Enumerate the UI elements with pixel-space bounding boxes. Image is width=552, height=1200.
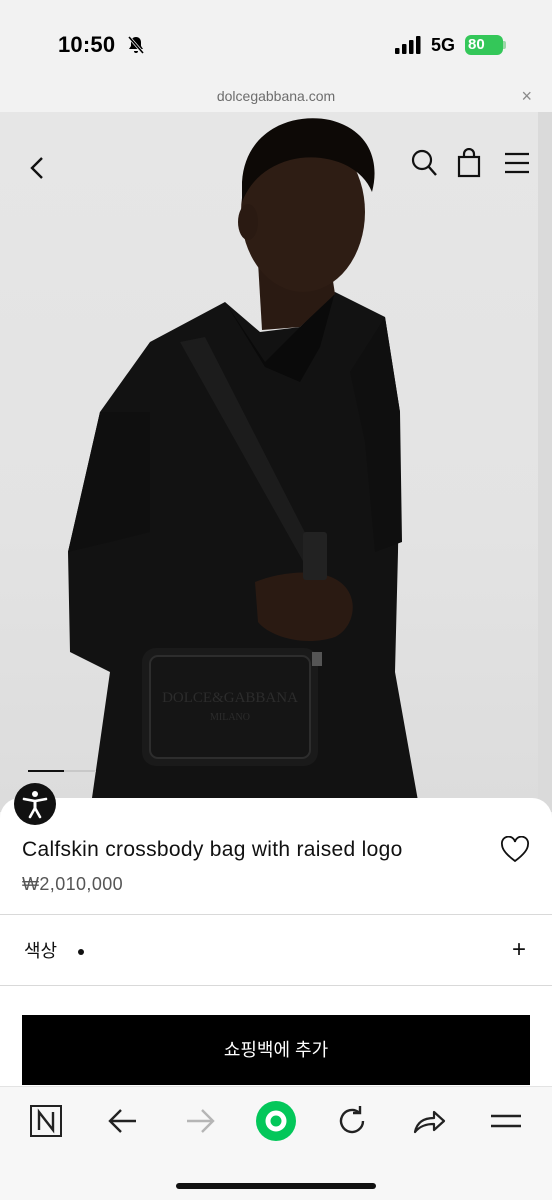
cellular-signal-icon	[395, 36, 421, 54]
accessibility-button[interactable]	[14, 783, 56, 825]
share-icon[interactable]	[409, 1101, 449, 1141]
color-label: 색상	[24, 941, 58, 961]
shopping-bag-icon[interactable]	[456, 148, 482, 178]
network-label: 5G	[431, 35, 456, 55]
battery-cap	[503, 41, 506, 49]
status-time: 10:50	[58, 32, 116, 57]
add-to-bag-button[interactable]: 쇼핑백에 추가	[22, 1015, 530, 1085]
reload-icon[interactable]	[332, 1101, 372, 1141]
product-price: ₩2,010,000	[22, 874, 124, 894]
forward-arrow-icon[interactable]	[180, 1101, 220, 1141]
expand-plus-icon[interactable]: +	[512, 938, 526, 962]
green-home-icon[interactable]	[254, 1099, 298, 1143]
product-title: Calfskin crossbody bag with raised logo	[22, 838, 403, 861]
url-bar[interactable]: dolcegabbana.com ×	[0, 84, 552, 112]
search-icon[interactable]	[410, 148, 438, 178]
color-swatch	[78, 949, 84, 955]
url-text[interactable]: dolcegabbana.com	[0, 88, 552, 104]
accessibility-person-icon	[22, 791, 48, 819]
product-hero-image[interactable]: DOLCE&GABBANA MILANO	[0, 112, 552, 812]
gallery-slide-indicator	[28, 770, 96, 772]
heart-outline-icon[interactable]	[500, 836, 530, 864]
close-icon[interactable]: ×	[521, 86, 532, 107]
bell-slash-icon	[127, 36, 145, 54]
gallery-slide-active	[28, 770, 64, 772]
back-chevron-icon[interactable]	[24, 152, 52, 184]
svg-text:MILANO: MILANO	[210, 712, 250, 723]
hamburger-menu-icon[interactable]	[503, 150, 531, 176]
color-selector[interactable]: 색상 +	[0, 914, 552, 986]
home-indicator	[176, 1183, 376, 1189]
product-details-sheet: Calfskin crossbody bag with raised logo …	[0, 798, 552, 1088]
status-bar: 10:50 5G 80	[0, 0, 552, 84]
browser-toolbar	[0, 1086, 552, 1200]
back-arrow-icon[interactable]	[103, 1101, 143, 1141]
naver-n-icon[interactable]	[26, 1101, 66, 1141]
model-photo: DOLCE&GABBANA MILANO	[68, 112, 552, 812]
svg-text:DOLCE&GABBANA: DOLCE&GABBANA	[162, 690, 298, 706]
battery-indicator: 80	[465, 35, 503, 55]
menu-icon[interactable]	[486, 1101, 526, 1141]
